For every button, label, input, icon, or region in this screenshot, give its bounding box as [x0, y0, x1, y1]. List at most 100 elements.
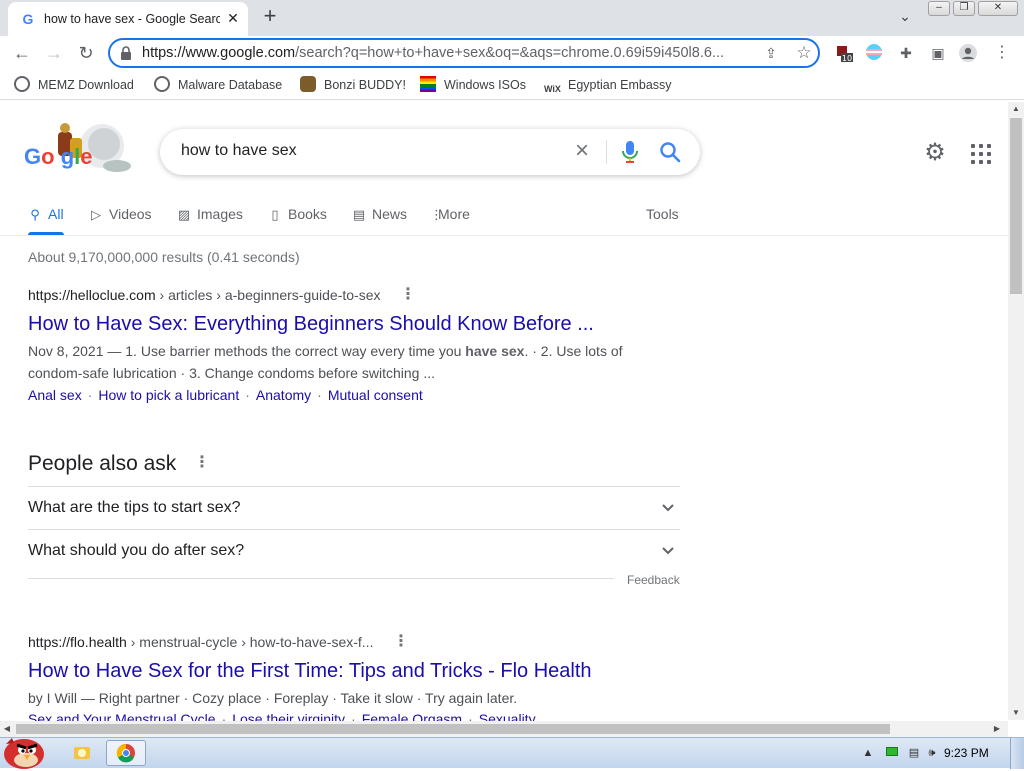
- paa-question[interactable]: What are the tips to start sex?: [28, 486, 680, 529]
- volume-icon[interactable]: 🕪: [924, 746, 940, 760]
- url-host: https://www.google.com: [142, 45, 296, 61]
- bookmark-star-icon[interactable]: ☆: [794, 43, 814, 63]
- globe-icon: [14, 76, 30, 92]
- tab-label: More: [438, 206, 470, 222]
- scroll-right-arrow-icon[interactable]: ▶: [990, 721, 1004, 737]
- scrollbar-thumb[interactable]: [1010, 118, 1022, 294]
- tab-strip: G how to have sex - Google Search ✕ + ⌄ …: [0, 0, 1024, 36]
- bookmark-label: Egyptian Embassy: [568, 78, 672, 92]
- bookmark-memz[interactable]: MEMZ Download: [14, 76, 134, 94]
- more-dots-icon: ⋮: [430, 207, 443, 222]
- tab-title: how to have sex - Google Search: [44, 12, 220, 26]
- result-title-link[interactable]: How to Have Sex for the First Time: Tips…: [28, 660, 592, 683]
- clear-search-icon[interactable]: ×: [570, 139, 594, 163]
- tab-close-icon[interactable]: ✕: [224, 9, 242, 27]
- search-magnifier-icon[interactable]: [658, 140, 682, 164]
- scroll-down-arrow-icon[interactable]: ▼: [1008, 706, 1024, 720]
- bookmark-windows-isos[interactable]: Windows ISOs: [420, 76, 526, 94]
- clock[interactable]: 9:23 PM: [944, 746, 989, 760]
- share-icon[interactable]: ⇪: [762, 45, 780, 63]
- scrollbar-thumb[interactable]: [16, 724, 890, 734]
- sitelink-separator: ·: [245, 387, 250, 403]
- svg-text:Go gle: Go gle: [24, 144, 93, 169]
- tab-videos[interactable]: ▷ Videos: [89, 204, 152, 224]
- snippet-bold: have sex: [465, 343, 525, 359]
- bookmark-malware-database[interactable]: Malware Database: [154, 76, 282, 94]
- search-box[interactable]: how to have sex ×: [160, 129, 700, 175]
- result-title-link[interactable]: How to Have Sex: Everything Beginners Sh…: [28, 313, 594, 336]
- battery-icon[interactable]: [884, 746, 900, 760]
- cite-path: › menstrual-cycle › how-to-have-sex-f...: [126, 634, 374, 650]
- tab-search-chevron-icon[interactable]: ⌄: [895, 8, 915, 28]
- search-input[interactable]: how to have sex: [181, 142, 297, 160]
- start-button-angry-bird-icon[interactable]: [0, 730, 50, 770]
- vertical-scrollbar[interactable]: ▲ ▼: [1008, 102, 1024, 720]
- snippet-text: Nov 8, 2021 — 1. Use barrier methods the…: [28, 343, 466, 359]
- tools-button[interactable]: Tools: [646, 204, 679, 224]
- forward-arrow-icon[interactable]: →: [42, 41, 66, 65]
- side-panel-icon[interactable]: ▣: [928, 43, 948, 63]
- paa-options-icon[interactable]: ⋮: [194, 455, 210, 473]
- browser-toolbar: ← → ↻ https://www.google.com/search?q=ho…: [0, 36, 1024, 70]
- close-window-button[interactable]: ✕: [978, 1, 1018, 16]
- tab-more[interactable]: ⋮More: [430, 204, 470, 224]
- tab-images[interactable]: ▨ Images: [177, 204, 243, 224]
- result-options-icon[interactable]: ⋮: [393, 634, 409, 651]
- bonzi-icon: [300, 76, 316, 92]
- google-apps-grid-icon[interactable]: [970, 143, 992, 165]
- search-results-page: Go gle how to have sex × ⚙ ⚲ All ▷ Videos …: [0, 102, 1008, 722]
- horizontal-scrollbar[interactable]: ◀ ▶: [0, 721, 1008, 737]
- result-sitelinks: Anal sex · How to pick a lubricant · Anatomy…: [28, 387, 423, 403]
- extension-shield-icon[interactable]: 10: [834, 43, 854, 63]
- tab-all[interactable]: ⚲ All: [28, 204, 63, 224]
- tab-books[interactable]: ▯ Books: [268, 204, 327, 224]
- bookmark-egyptian-embassy[interactable]: WiX Egyptian Embassy: [544, 76, 672, 94]
- new-tab-button[interactable]: +: [258, 5, 282, 29]
- bookmark-label: Malware Database: [178, 78, 283, 92]
- show-desktop-button[interactable]: [1010, 738, 1024, 769]
- restore-button[interactable]: ❐: [953, 1, 975, 16]
- menu-kebab-icon[interactable]: ⋮: [992, 43, 1012, 63]
- paa-question-text: What are the tips to start sex?: [28, 499, 241, 516]
- extensions-puzzle-icon[interactable]: ✚: [896, 43, 916, 63]
- tab-news[interactable]: ▤ News: [352, 204, 407, 224]
- taskbar-chrome[interactable]: [106, 740, 146, 766]
- book-icon: ▯: [271, 207, 279, 222]
- scroll-up-arrow-icon[interactable]: ▲: [1008, 102, 1024, 116]
- cite-path: › articles › a-beginners-guide-to-sex: [155, 287, 381, 303]
- bookmark-bonzi-buddy[interactable]: Bonzi BUDDY!: [300, 76, 406, 94]
- result-snippet: Nov 8, 2021 — 1. Use barrier methods the…: [28, 340, 638, 384]
- feedback-link[interactable]: Feedback: [627, 573, 680, 587]
- chrome-icon: [116, 743, 135, 763]
- tray-expand-arrow-icon[interactable]: ▲: [860, 746, 876, 760]
- network-icon[interactable]: ▤: [906, 746, 922, 760]
- extension-flag-icon[interactable]: [864, 43, 884, 63]
- google-doodle-logo[interactable]: Go gle: [22, 118, 132, 180]
- result-cite[interactable]: https://flo.health › menstrual-cycle › h…: [28, 634, 373, 650]
- active-tab-indicator: [28, 232, 64, 235]
- result-cite[interactable]: https://helloclue.com › articles › a-beg…: [28, 287, 381, 303]
- news-icon: ▤: [352, 207, 366, 222]
- taskbar-explorer[interactable]: [62, 740, 102, 766]
- lock-icon[interactable]: [120, 46, 132, 60]
- folder-icon: [74, 747, 90, 759]
- profile-avatar-icon[interactable]: [958, 43, 978, 63]
- address-bar[interactable]: https://www.google.com/search?q=how+to+h…: [108, 38, 820, 68]
- minimize-button[interactable]: –: [928, 1, 950, 16]
- sitelink[interactable]: Anatomy: [256, 387, 311, 403]
- bookmark-label: Bonzi BUDDY!: [324, 78, 406, 92]
- back-arrow-icon[interactable]: ←: [10, 41, 34, 65]
- browser-tab[interactable]: G how to have sex - Google Search ✕: [8, 2, 248, 36]
- sitelink-separator: ·: [87, 387, 93, 403]
- url-text[interactable]: https://www.google.com/search?q=how+to+h…: [142, 45, 754, 61]
- settings-gear-icon[interactable]: ⚙: [922, 141, 948, 167]
- result-options-icon[interactable]: ⋮: [400, 287, 416, 304]
- sitelink[interactable]: Anal sex: [28, 387, 82, 403]
- paa-question[interactable]: What should you do after sex?: [28, 529, 680, 572]
- sitelink-separator: ·: [317, 387, 322, 403]
- reload-icon[interactable]: ↻: [74, 41, 98, 65]
- bookmarks-bar: MEMZ Download Malware Database Bonzi BUD…: [0, 70, 1024, 100]
- sitelink[interactable]: Mutual consent: [328, 387, 423, 403]
- microphone-icon[interactable]: [620, 140, 640, 164]
- sitelink[interactable]: How to pick a lubricant: [98, 387, 239, 403]
